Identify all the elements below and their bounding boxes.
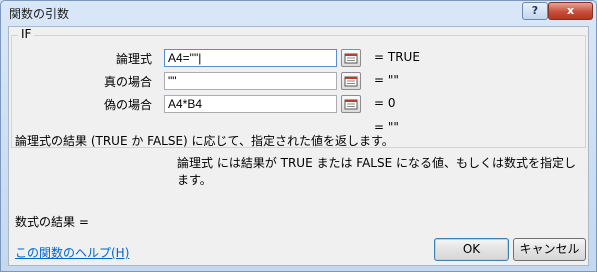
collapse-dialog-icon — [344, 99, 358, 110]
function-name: IF — [18, 27, 35, 41]
logical-test-ref-button[interactable] — [341, 49, 361, 67]
title-bar[interactable]: 関数の引数 ? x — [1, 1, 596, 23]
function-arguments-dialog: 関数の引数 ? x IF 論理式 A4=""| = TRUE 真の場合 "" =… — [0, 0, 597, 272]
arg-label-value-if-false: 偽の場合 — [103, 98, 152, 112]
function-description: 論理式の結果 (TRUE か FALSE) に応じて、指定された値を返します。 — [15, 134, 394, 148]
formula-result-label: 数式の結果 = — [15, 215, 89, 229]
dialog-body: IF 論理式 A4=""| = TRUE 真の場合 "" = "" 偽の場合 A… — [8, 26, 589, 266]
logical-test-input[interactable]: A4=""| — [164, 49, 337, 67]
arg-label-value-if-true: 真の場合 — [103, 75, 152, 89]
title-close-button[interactable]: x — [548, 2, 593, 20]
value-if-true-ref-button[interactable] — [341, 72, 361, 90]
value-if-false-ref-button[interactable] — [341, 95, 361, 113]
cancel-button[interactable]: キャンセル — [513, 238, 586, 261]
collapse-dialog-icon — [344, 53, 358, 64]
title-help-button[interactable]: ? — [522, 2, 548, 20]
argument-description: 論理式 には結果が TRUE または FALSE になる値、もしくは数式を指定し… — [177, 156, 577, 187]
arg-label-logical-test: 論理式 — [115, 52, 152, 66]
value-if-true-input[interactable]: "" — [164, 72, 337, 90]
ok-button[interactable]: OK — [434, 238, 509, 261]
window-title: 関数の引数 — [9, 7, 70, 21]
value-if-false-input[interactable]: A4*B4 — [164, 95, 337, 113]
collapse-dialog-icon — [344, 76, 358, 87]
value-if-false-result: = 0 — [374, 96, 396, 110]
function-help-link[interactable]: この関数のヘルプ(H) — [15, 244, 129, 261]
logical-test-result: = TRUE — [374, 50, 420, 64]
value-if-true-result: = "" — [374, 73, 399, 87]
